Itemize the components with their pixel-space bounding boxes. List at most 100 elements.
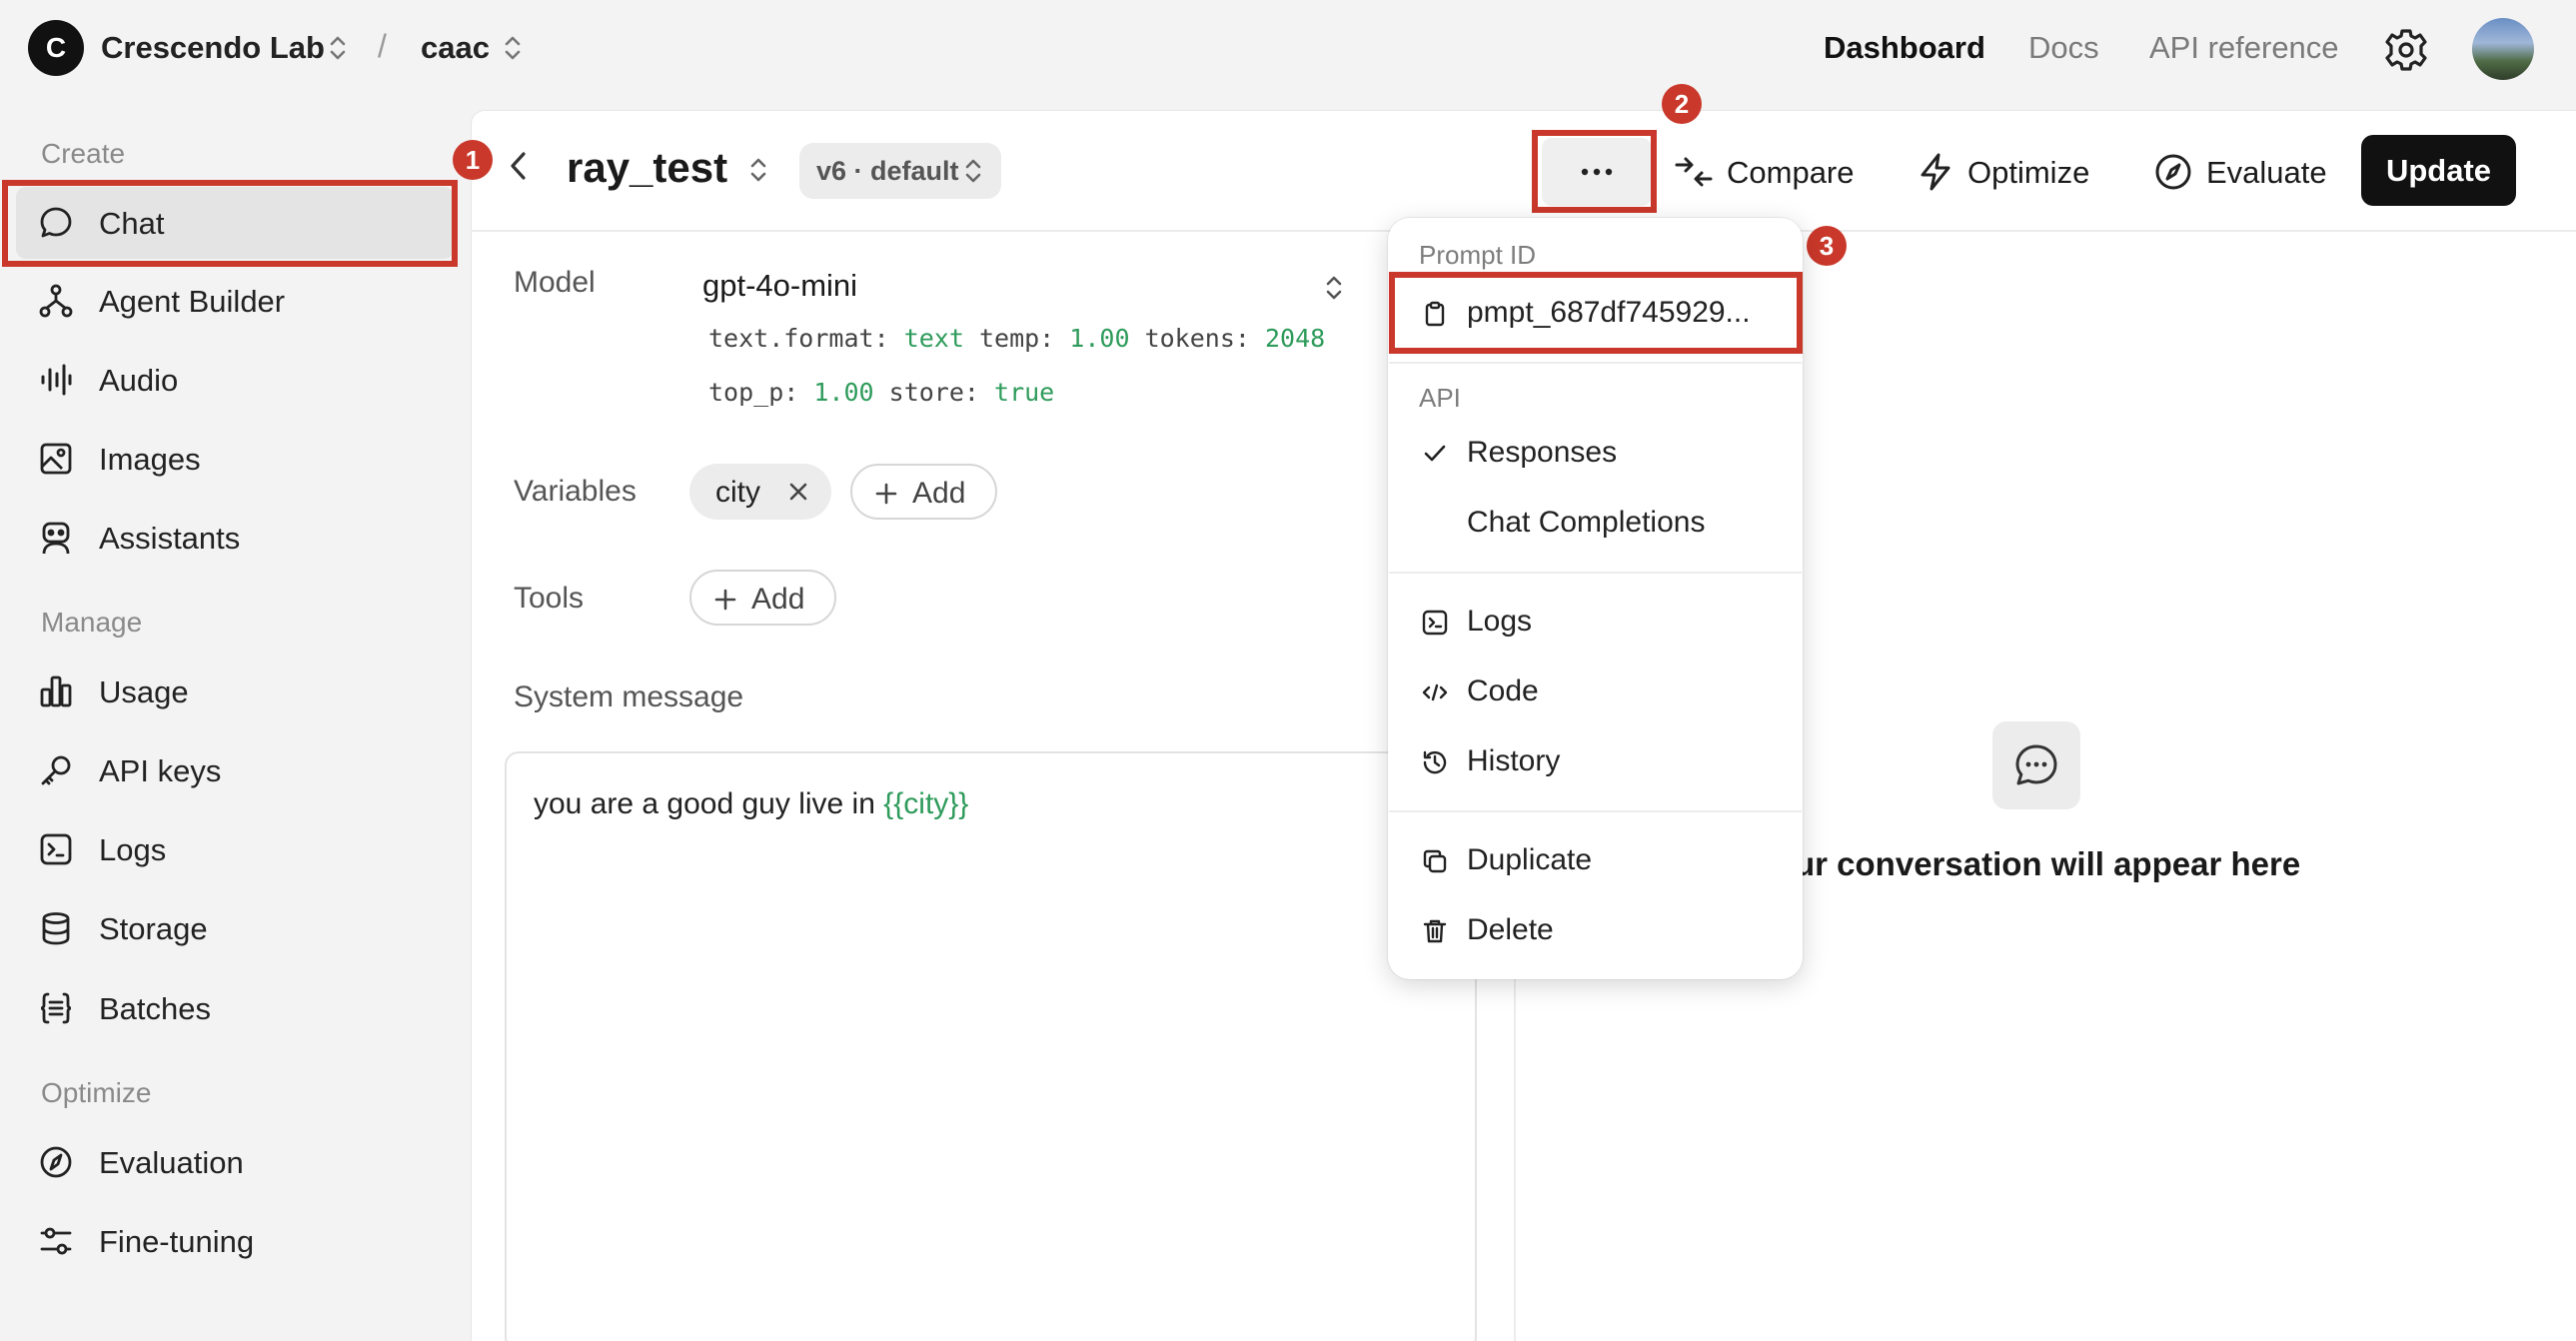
bar-chart-icon (38, 673, 74, 709)
param-key: store: (888, 378, 979, 407)
evaluate-label: Evaluate (2206, 155, 2327, 190)
version-label: v6 · default (816, 156, 959, 186)
model-params-line-1[interactable]: text.format: text temp: 1.00 tokens: 204… (708, 324, 1325, 353)
sidebar-item-label: Batches (99, 991, 212, 1026)
project-switcher[interactable]: caac (421, 30, 490, 66)
sidebar-item-logs[interactable]: Logs (16, 813, 454, 885)
menu-item-label: Duplicate (1467, 843, 1593, 876)
sidebar-item-images[interactable]: Images (16, 423, 454, 495)
org-avatar[interactable]: C (28, 20, 84, 76)
sidebar-item-usage[interactable]: Usage (16, 656, 454, 727)
param-value: true (994, 378, 1055, 407)
system-message-editor[interactable] (505, 751, 1477, 1341)
checkmark-icon (1421, 440, 1449, 468)
menu-section-api: API (1419, 383, 1461, 413)
chevron-updown-icon (963, 155, 983, 187)
nav-dashboard[interactable]: Dashboard (1824, 30, 1985, 66)
api-option-label: Chat Completions (1467, 506, 1706, 539)
compare-arrows-icon (1674, 152, 1714, 192)
api-option-responses[interactable]: Responses (1391, 424, 1800, 482)
compass-icon (2153, 152, 2193, 192)
annotation-highlight-prompt-id (1389, 272, 1803, 354)
version-selector[interactable]: v6 · default (799, 143, 1001, 199)
duplicate-icon (1421, 847, 1449, 875)
param-key: top_p: (708, 378, 799, 407)
sidebar-item-batches[interactable]: Batches (16, 972, 454, 1044)
back-chevron-icon[interactable] (504, 148, 536, 184)
sidebar-item-assistants[interactable]: Assistants (16, 502, 454, 574)
sidebar-item-label: API keys (99, 753, 222, 788)
update-button[interactable]: Update (2361, 135, 2516, 206)
sidebar-item-label: Assistants (99, 521, 241, 556)
chevron-updown-icon[interactable] (1323, 272, 1345, 304)
param-key: tokens: (1144, 324, 1250, 353)
menu-item-label: History (1467, 744, 1561, 777)
annotation-badge-2: 2 (1662, 84, 1702, 124)
sidebar-item-label: Agent Builder (99, 284, 286, 319)
menu-item-duplicate[interactable]: Duplicate (1391, 831, 1800, 889)
add-variable-button[interactable]: Add (850, 464, 997, 520)
menu-item-code[interactable]: Code (1391, 663, 1800, 720)
api-option-label: Responses (1467, 436, 1618, 469)
chat-bubble-icon (2012, 741, 2060, 789)
variable-chip-label: city (715, 476, 760, 509)
robot-icon (38, 520, 74, 556)
compare-button[interactable]: Compare (1674, 150, 1859, 194)
sidebar-item-agent-builder[interactable]: Agent Builder (16, 265, 454, 337)
sidebar-item-label: Images (99, 442, 201, 477)
api-option-chat-completions[interactable]: Chat Completions (1391, 494, 1800, 552)
sidebar-item-evaluation[interactable]: Evaluation (16, 1126, 454, 1198)
breadcrumb-separator: / (378, 28, 387, 64)
evaluate-button[interactable]: Evaluate (2153, 150, 2333, 194)
nav-docs[interactable]: Docs (2028, 30, 2099, 66)
sidebar-item-fine-tuning[interactable]: Fine-tuning (16, 1205, 454, 1277)
chevron-updown-icon[interactable] (327, 32, 349, 64)
annotation-highlight-more (1532, 130, 1657, 213)
batch-braces-icon (38, 990, 74, 1026)
param-value: 2048 (1265, 324, 1326, 353)
sidebar-item-storage[interactable]: Storage (16, 892, 454, 964)
empty-state-text: ur conversation will appear here (1795, 845, 2301, 882)
sidebar-item-audio[interactable]: Audio (16, 344, 454, 416)
close-icon[interactable] (787, 481, 809, 503)
menu-divider (1389, 362, 1802, 364)
history-icon (1421, 748, 1449, 776)
param-key: temp: (978, 324, 1055, 353)
param-value: text (903, 324, 964, 353)
prompt-name[interactable]: ray_test (567, 144, 727, 192)
chevron-updown-icon[interactable] (747, 154, 769, 186)
variable-chip-city[interactable]: city (689, 464, 831, 520)
model-params-line-2[interactable]: top_p: 1.00 store: true (708, 378, 1054, 407)
param-value: 1.00 (813, 378, 874, 407)
gear-icon[interactable] (2382, 26, 2430, 74)
agent-flow-icon (38, 283, 74, 319)
add-tool-button[interactable]: Add (689, 570, 836, 626)
sidebar-item-label: Logs (99, 832, 167, 867)
menu-item-history[interactable]: History (1391, 732, 1800, 790)
key-icon (38, 752, 74, 788)
optimize-label: Optimize (1967, 155, 2090, 190)
plus-icon (713, 588, 737, 612)
menu-item-logs[interactable]: Logs (1391, 593, 1800, 651)
sidebar-item-label: Storage (99, 911, 208, 946)
sidebar-item-label: Usage (99, 674, 189, 709)
nav-api-reference[interactable]: API reference (2149, 30, 2339, 66)
sidebar-section-create: Create (41, 138, 126, 169)
menu-divider (1389, 572, 1802, 574)
audio-wave-icon (38, 362, 74, 398)
optimize-button[interactable]: Optimize (1916, 150, 2095, 194)
system-message-text[interactable]: you are a good guy live in {{city}} (534, 787, 968, 821)
menu-section-prompt-id: Prompt ID (1419, 240, 1537, 270)
user-avatar[interactable] (2472, 18, 2534, 80)
annotation-badge-1: 1 (453, 140, 493, 180)
org-switcher[interactable]: Crescendo Lab (101, 30, 325, 66)
lightning-icon (1916, 152, 1955, 192)
menu-item-delete[interactable]: Delete (1391, 901, 1800, 959)
trash-icon (1421, 917, 1449, 945)
terminal-icon (38, 831, 74, 867)
database-icon (38, 910, 74, 946)
model-selector[interactable]: gpt-4o-mini (702, 268, 857, 304)
chevron-updown-icon[interactable] (502, 32, 524, 64)
variables-label: Variables (514, 475, 637, 508)
sidebar-item-api-keys[interactable]: API keys (16, 734, 454, 806)
